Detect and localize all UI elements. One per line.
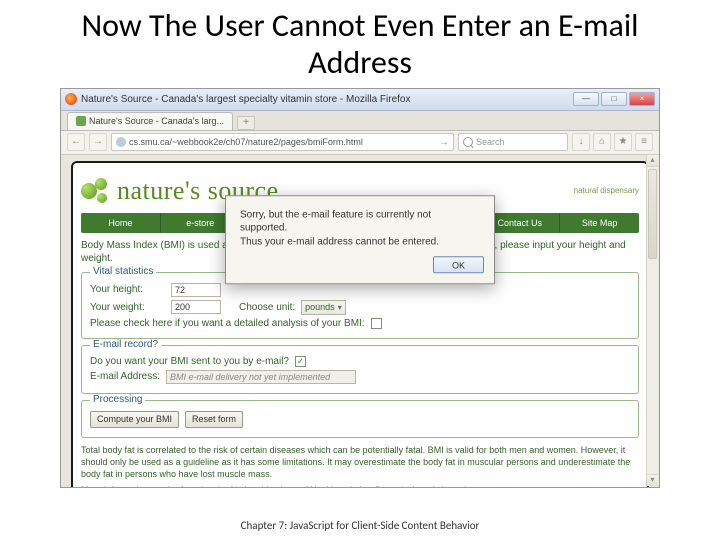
scroll-down-icon[interactable]: ▾ xyxy=(647,474,658,486)
vertical-scrollbar[interactable]: ▴ ▾ xyxy=(646,155,658,486)
browser-tab[interactable]: Nature's Source - Canada's larg... xyxy=(67,112,233,130)
processing-fieldset: Processing Compute your BMI Reset form xyxy=(81,400,639,438)
firefox-icon xyxy=(65,93,77,105)
unit-label: Choose unit: xyxy=(239,302,295,313)
email-legend: E-mail record? xyxy=(90,339,161,350)
processing-legend: Processing xyxy=(90,394,145,405)
window-titlebar: Nature's Source - Canada's largest speci… xyxy=(61,89,659,111)
close-button[interactable]: × xyxy=(629,92,655,106)
alert-line1: Sorry, but the e-mail feature is current… xyxy=(240,208,480,235)
weight-label: Your weight: xyxy=(90,302,165,313)
moreinfo-text: More information can be found at the Nat… xyxy=(81,484,639,487)
height-label: Your height: xyxy=(90,284,165,295)
email-addr-label: E-mail Address: xyxy=(90,371,160,382)
bookmark-icon[interactable]: ★ xyxy=(614,133,632,151)
alert-ok-button[interactable]: OK xyxy=(433,257,484,274)
window-title: Nature's Source - Canada's largest speci… xyxy=(81,94,411,105)
favicon-icon xyxy=(76,116,86,126)
unit-select[interactable]: pounds xyxy=(301,300,346,315)
weight-input[interactable]: 200 xyxy=(171,300,221,314)
scroll-thumb[interactable] xyxy=(648,169,657,259)
email-input[interactable]: BMI e-mail delivery not yet implemented xyxy=(166,370,356,384)
alert-line2: Thus your e-mail address cannot be enter… xyxy=(240,235,480,249)
detail-checkbox[interactable] xyxy=(371,318,382,329)
compute-button[interactable]: Compute your BMI xyxy=(90,411,179,428)
maximize-button[interactable]: □ xyxy=(601,92,627,106)
url-text: cs.smu.ca/~webbook2e/ch07/nature2/pages/… xyxy=(129,137,363,147)
height-input[interactable]: 72 xyxy=(171,283,221,297)
search-icon xyxy=(463,137,473,147)
email-fieldset: E-mail record? Do you want your BMI sent… xyxy=(81,345,639,394)
detail-label: Please check here if you want a detailed… xyxy=(90,318,365,329)
address-bar: ← → cs.smu.ca/~webbook2e/ch07/nature2/pa… xyxy=(61,131,659,155)
slide-footer: Chapter 7: JavaScript for Client-Side Co… xyxy=(0,519,720,532)
tab-label: Nature's Source - Canada's larg... xyxy=(89,116,224,126)
slide-title: Now The User Cannot Even Enter an E-mail… xyxy=(0,0,720,88)
new-tab-button[interactable]: + xyxy=(237,116,255,130)
alert-dialog: Sorry, but the e-mail feature is current… xyxy=(225,195,495,285)
reset-button[interactable]: Reset form xyxy=(185,411,243,428)
nav-home[interactable]: Home xyxy=(81,213,161,233)
brand-tagline: natural dispensary xyxy=(574,186,639,195)
search-placeholder: Search xyxy=(476,137,505,147)
scroll-up-icon[interactable]: ▴ xyxy=(647,155,658,167)
back-button[interactable]: ← xyxy=(67,133,85,151)
menu-icon[interactable]: ≡ xyxy=(635,133,653,151)
browser-screenshot: Nature's Source - Canada's largest speci… xyxy=(60,88,660,488)
go-icon: → xyxy=(439,137,449,148)
globe-icon xyxy=(116,137,126,147)
forward-button[interactable]: → xyxy=(89,133,107,151)
logo-icon xyxy=(81,176,111,206)
home-icon[interactable]: ⌂ xyxy=(593,133,611,151)
disclaimer-text: Total body fat is correlated to the risk… xyxy=(81,444,639,480)
want-email-label: Do you want your BMI sent to you by e-ma… xyxy=(90,356,289,367)
vital-legend: Vital statistics xyxy=(90,266,156,277)
minimize-button[interactable]: — xyxy=(573,92,599,106)
nav-sitemap[interactable]: Site Map xyxy=(560,213,639,233)
downloads-icon[interactable]: ↓ xyxy=(572,133,590,151)
url-input[interactable]: cs.smu.ca/~webbook2e/ch07/nature2/pages/… xyxy=(111,133,454,151)
want-email-checkbox[interactable] xyxy=(295,356,306,367)
search-input[interactable]: Search xyxy=(458,133,568,151)
tab-strip: Nature's Source - Canada's larg... + xyxy=(61,111,659,131)
